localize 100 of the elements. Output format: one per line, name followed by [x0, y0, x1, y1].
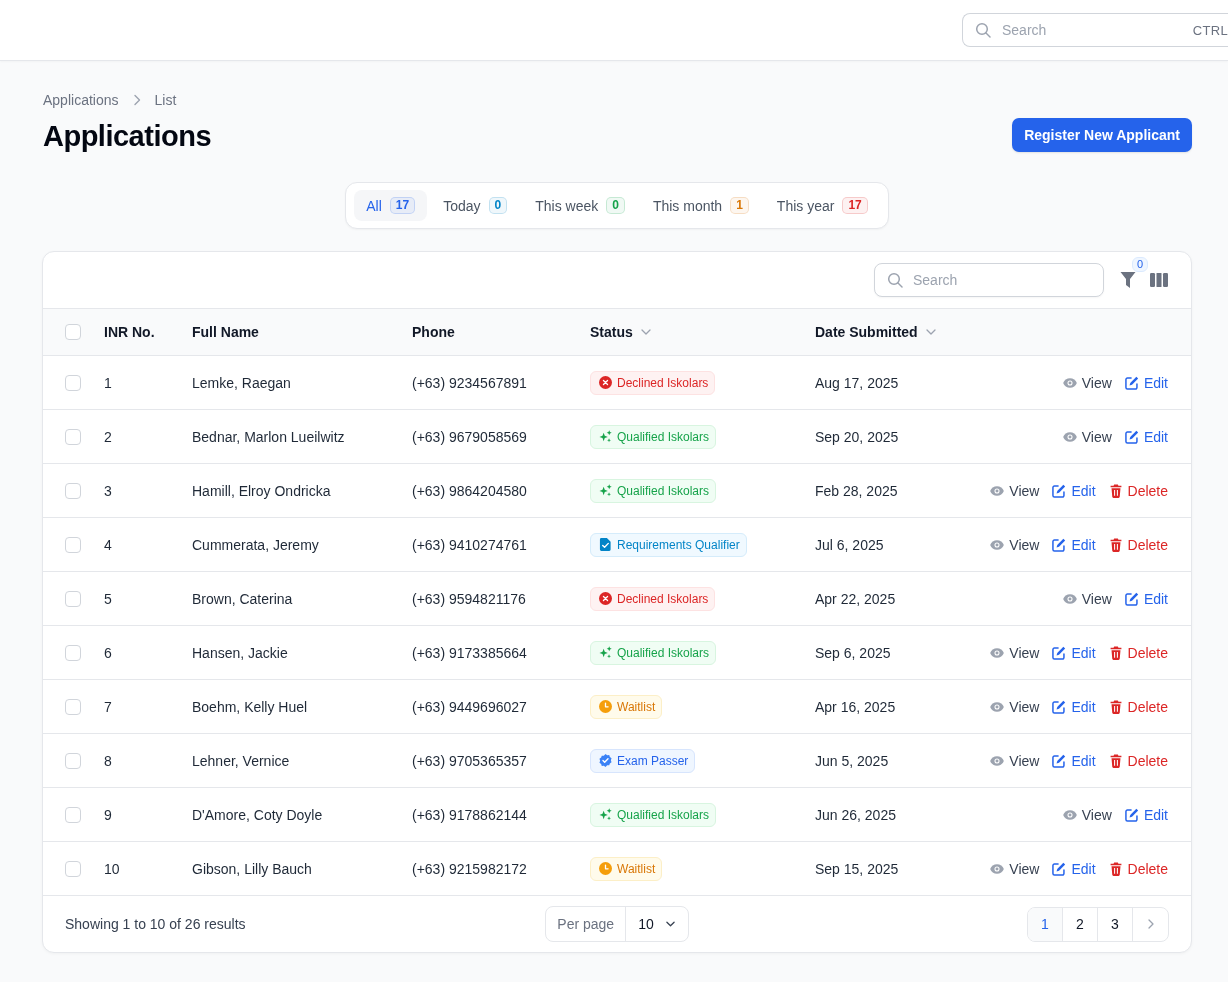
table-cell: Feb 28, 2025: [815, 482, 898, 499]
view-button[interactable]: View: [990, 536, 1040, 553]
edit-button[interactable]: Edit: [1052, 482, 1096, 499]
view-button[interactable]: View: [990, 860, 1040, 877]
columns-button[interactable]: [1150, 273, 1168, 287]
view-button[interactable]: View: [1062, 428, 1112, 445]
eye-icon: [990, 483, 1005, 498]
view-button[interactable]: View: [1062, 590, 1112, 607]
pencil-square-icon: [1052, 645, 1067, 660]
page-button[interactable]: 3: [1098, 907, 1133, 941]
count-badge: 1: [730, 197, 749, 214]
per-page-select[interactable]: Per page 10: [545, 906, 689, 942]
sparkles-icon: [599, 646, 612, 659]
table-cell: 4: [104, 536, 112, 553]
table-cell: Bednar, Marlon Lueilwitz: [192, 428, 345, 445]
status-label: Declined Iskolars: [617, 590, 709, 607]
eye-icon: [990, 645, 1005, 660]
row-checkbox[interactable]: [65, 644, 81, 661]
edit-button[interactable]: Edit: [1124, 806, 1168, 823]
row-checkbox[interactable]: [65, 374, 81, 391]
search-field[interactable]: Search: [874, 263, 1104, 297]
page-title: Applications: [43, 119, 211, 154]
edit-button[interactable]: Edit: [1052, 644, 1096, 661]
pencil-square-icon: [1124, 429, 1139, 444]
view-button[interactable]: View: [1062, 374, 1112, 391]
chevron-right-icon: [1147, 919, 1154, 929]
view-button[interactable]: View: [1062, 806, 1112, 823]
status-label: Declined Iskolars: [617, 374, 709, 391]
table-cell: (+63) 9173385664: [412, 644, 527, 661]
count-badge: 17: [842, 197, 868, 214]
status-label: Exam Passer: [617, 752, 689, 769]
table-cell: (+63) 9234567891: [412, 374, 527, 391]
delete-button[interactable]: Delete: [1108, 482, 1168, 499]
edit-button[interactable]: Edit: [1052, 752, 1096, 769]
column-header[interactable]: Date Submitted: [815, 324, 936, 340]
table-cell: Hamill, Elroy Ondricka: [192, 482, 331, 499]
table-cell: 3: [104, 482, 112, 499]
x-circle-icon: [599, 376, 612, 389]
breadcrumb-link[interactable]: List: [154, 92, 177, 108]
table-cell: Boehm, Kelly Huel: [192, 698, 308, 715]
eye-icon: [1062, 591, 1077, 606]
row-checkbox[interactable]: [65, 590, 81, 607]
tab-label: This week: [535, 197, 599, 214]
filter-tab[interactable]: This week 0: [523, 190, 637, 221]
page-button[interactable]: 1: [1028, 907, 1063, 941]
view-button[interactable]: View: [990, 644, 1040, 661]
row-checkbox[interactable]: [65, 428, 81, 445]
edit-button[interactable]: Edit: [1052, 698, 1096, 715]
table-cell: (+63) 9410274761: [412, 536, 527, 553]
eye-icon: [1062, 807, 1077, 822]
view-button[interactable]: View: [990, 482, 1040, 499]
select-all-checkbox[interactable]: [65, 324, 81, 340]
register-button[interactable]: Register New Applicant: [1012, 118, 1192, 152]
edit-button[interactable]: Edit: [1052, 536, 1096, 553]
column-header: Phone: [412, 324, 455, 340]
filter-count-badge: 0: [1132, 257, 1149, 272]
view-button[interactable]: View: [990, 752, 1040, 769]
edit-button[interactable]: Edit: [1124, 374, 1168, 391]
breadcrumb-link[interactable]: Applications: [43, 92, 119, 108]
count-badge: 0: [606, 197, 625, 214]
table-cell: Apr 16, 2025: [815, 698, 896, 715]
sparkles-icon: [599, 808, 612, 821]
pencil-square-icon: [1052, 861, 1067, 876]
delete-button[interactable]: Delete: [1108, 860, 1168, 877]
filter-tab[interactable]: Today 0: [431, 190, 520, 221]
filter-tab[interactable]: This year 17: [764, 190, 880, 221]
edit-button[interactable]: Edit: [1124, 428, 1168, 445]
delete-button[interactable]: Delete: [1108, 644, 1168, 661]
trash-icon: [1108, 753, 1123, 768]
trash-icon: [1108, 537, 1123, 552]
row-checkbox[interactable]: [65, 482, 81, 499]
row-checkbox[interactable]: [65, 698, 81, 715]
column-header: Full Name: [192, 324, 259, 340]
delete-button[interactable]: Delete: [1108, 536, 1168, 553]
table-cell: Jul 6, 2025: [815, 536, 884, 553]
table-cell: Jun 5, 2025: [815, 752, 889, 769]
row-checkbox[interactable]: [65, 860, 81, 877]
table-cell: (+63) 9449696027: [412, 698, 527, 715]
page-button[interactable]: 2: [1063, 907, 1098, 941]
table-cell: 10: [104, 860, 120, 877]
column-header: INR No.: [104, 324, 155, 340]
eye-icon: [990, 753, 1005, 768]
edit-button[interactable]: Edit: [1052, 860, 1096, 877]
trash-icon: [1108, 483, 1123, 498]
x-circle-icon: [599, 592, 612, 605]
filter-button[interactable]: [1120, 271, 1136, 289]
row-checkbox[interactable]: [65, 806, 81, 823]
delete-button[interactable]: Delete: [1108, 698, 1168, 715]
column-header[interactable]: Status: [590, 324, 651, 340]
view-button[interactable]: View: [990, 698, 1040, 715]
table-cell: Sep 20, 2025: [815, 428, 899, 445]
table-cell: (+63) 9864204580: [412, 482, 527, 499]
row-checkbox[interactable]: [65, 536, 81, 553]
status-label: Qualified Iskolars: [617, 644, 710, 661]
filter-tab[interactable]: This month 1: [640, 190, 761, 221]
delete-button[interactable]: Delete: [1108, 752, 1168, 769]
edit-button[interactable]: Edit: [1124, 590, 1168, 607]
row-checkbox[interactable]: [65, 752, 81, 769]
table-cell: Brown, Caterina: [192, 590, 293, 607]
filter-tab[interactable]: All 17: [354, 190, 428, 221]
